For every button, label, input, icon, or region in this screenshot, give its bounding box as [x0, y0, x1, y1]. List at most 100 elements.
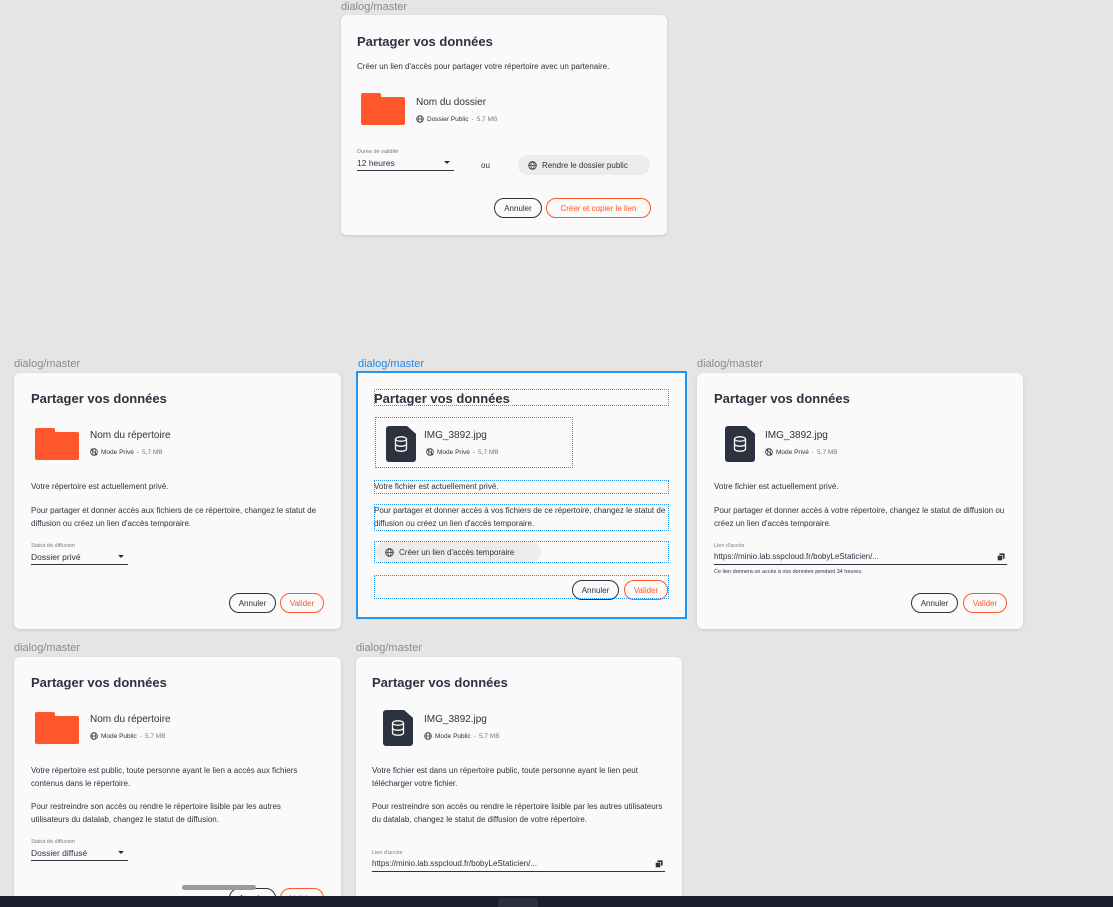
help-text: Pour partager et donner accès à vos fich… — [374, 506, 666, 528]
frame-label: dialog/master — [356, 642, 423, 654]
item-meta: Dossier Public - 5,7 MB — [416, 115, 497, 123]
diffusion-label: Statut de diffusion — [31, 839, 75, 845]
copy-icon[interactable] — [997, 553, 1005, 561]
help-text: Pour restreindre son accès ou rendre le … — [31, 802, 281, 824]
item-meta: Mode Privé - 5,7 MB — [426, 448, 499, 456]
make-public-label: Rendre le dossier public — [542, 160, 628, 170]
item-meta: Mode Privé - 5,7 MB — [765, 448, 838, 456]
share-dialog-private-folder: Partager vos données Nom du répertoire M… — [14, 373, 341, 629]
cancel-button[interactable]: Annuler — [911, 593, 958, 613]
item-size: 5,7 MB — [142, 448, 163, 456]
copy-icon[interactable] — [655, 860, 663, 868]
scrollbar-thumb[interactable] — [182, 885, 256, 890]
meta-separator: - — [472, 448, 476, 456]
file-icon — [383, 710, 413, 746]
access-link-value: https://minio.lab.sspcloud.fr/bobyLeStat… — [714, 552, 879, 561]
dialog-title: Partager vos données — [374, 391, 510, 406]
access-link-field[interactable]: https://minio.lab.sspcloud.fr/bobyLeStat… — [714, 552, 1007, 565]
access-link-field[interactable]: https://minio.lab.sspcloud.fr/bobyLeStat… — [372, 859, 665, 872]
share-dialog-public-folder: Partager vos données Nom du répertoire M… — [14, 657, 341, 907]
validate-button[interactable]: Valider — [280, 593, 324, 613]
help-text: Pour restreindre son accès ou rendre le … — [372, 802, 663, 824]
meta-separator: - — [136, 448, 140, 456]
item-status: Mode Public — [101, 732, 137, 740]
item-name: IMG_3892.jpg — [424, 714, 487, 725]
cancel-button[interactable]: Annuler — [572, 580, 619, 600]
validity-value: 12 heures — [357, 158, 395, 168]
create-temp-link-label: Créer un lien d'accès temporaire — [399, 547, 515, 557]
item-name: Nom du répertoire — [90, 430, 171, 441]
item-size: 5,7 MB — [476, 115, 498, 123]
link-label: Lien d'accès — [714, 543, 745, 549]
frame-label: dialog/master — [14, 642, 81, 654]
folder-icon — [361, 93, 405, 125]
diffusion-select[interactable]: Dossier privé — [31, 552, 128, 565]
create-copy-link-button[interactable]: Créer et copier le lien — [546, 198, 651, 218]
dialog-title: Partager vos données — [31, 675, 167, 690]
item-name: IMG_3892.jpg — [765, 430, 828, 441]
globe-icon — [385, 547, 394, 557]
frame-label: dialog/master — [341, 1, 408, 13]
item-status: Dossier Public — [427, 115, 469, 123]
dialog-title: Partager vos données — [31, 391, 167, 406]
globe-icon — [528, 160, 537, 170]
cancel-button[interactable]: Annuler — [229, 593, 276, 613]
globe-off-icon — [765, 448, 773, 456]
validity-label: Durée de validité — [357, 149, 399, 155]
meta-separator: - — [811, 448, 815, 456]
status-text: Votre répertoire est public, toute perso… — [31, 766, 298, 788]
dialog-title: Partager vos données — [714, 391, 850, 406]
item-name: Nom du répertoire — [90, 714, 171, 725]
file-icon — [386, 426, 416, 462]
meta-separator: - — [471, 115, 474, 123]
database-icon — [733, 436, 747, 452]
item-status: Mode Privé — [437, 448, 470, 456]
folder-icon — [35, 712, 79, 744]
status-text: Votre répertoire est actuellement privé. — [31, 482, 169, 491]
globe-icon — [90, 732, 98, 740]
help-text: Pour partager et donner accès aux fichie… — [31, 506, 317, 528]
chevron-down-icon — [118, 851, 124, 854]
item-meta: Mode Privé - 5,7 MB — [90, 448, 163, 456]
globe-off-icon — [90, 448, 98, 456]
link-note: Ce lien donnera un accès à vos données p… — [714, 569, 863, 575]
toolbar-handle[interactable] — [498, 898, 538, 907]
validate-button[interactable]: Valider — [963, 593, 1007, 613]
link-label: Lien d'accès — [372, 850, 403, 856]
database-icon — [394, 436, 408, 452]
cancel-button[interactable]: Annuler — [494, 198, 542, 218]
frame-label: dialog/master — [697, 358, 764, 370]
item-name: Nom du dossier — [416, 97, 487, 108]
item-status: Mode Public — [435, 732, 471, 740]
validate-button[interactable]: Valider — [624, 580, 668, 600]
validity-select[interactable]: 12 heures — [357, 158, 454, 171]
database-icon — [391, 720, 405, 736]
meta-separator: - — [473, 732, 476, 740]
item-meta: Mode Public - 5,7 MB — [90, 732, 166, 740]
globe-icon — [416, 115, 424, 123]
chevron-down-icon — [118, 555, 124, 558]
globe-icon — [424, 732, 432, 740]
item-size: 5,7 MB — [817, 448, 838, 456]
file-icon — [725, 426, 755, 462]
make-public-button[interactable]: Rendre le dossier public — [518, 155, 650, 175]
item-size: 5,7 MB — [144, 732, 166, 740]
item-size: 5,7 MB — [478, 732, 500, 740]
meta-separator: - — [139, 732, 142, 740]
help-text: Pour partager et donner accès à votre ré… — [714, 506, 1005, 528]
share-dialog-private-file-link: Partager vos données IMG_3892.jpg Mode P… — [697, 373, 1023, 629]
diffusion-value: Dossier privé — [31, 552, 81, 562]
diffusion-value: Dossier diffusé — [31, 848, 88, 858]
item-size: 5,7 MB — [478, 448, 499, 456]
frame-label: dialog/master — [14, 358, 81, 370]
frame-label: dialog/master — [358, 358, 425, 370]
share-dialog-public-file: Partager vos données IMG_3892.jpg Mode P… — [356, 657, 682, 907]
create-temp-link-button[interactable]: Créer un lien d'accès temporaire — [375, 542, 541, 562]
status-text: Votre fichier est actuellement privé. — [714, 482, 839, 491]
bottom-toolbar — [0, 896, 1113, 907]
diffusion-label: Statut de diffusion — [31, 543, 75, 549]
diffusion-select[interactable]: Dossier diffusé — [31, 848, 128, 861]
item-status: Mode Privé — [101, 448, 134, 456]
share-dialog-create-link: Partager vos données Créer un lien d'acc… — [341, 15, 667, 235]
or-text: ou — [481, 161, 490, 170]
